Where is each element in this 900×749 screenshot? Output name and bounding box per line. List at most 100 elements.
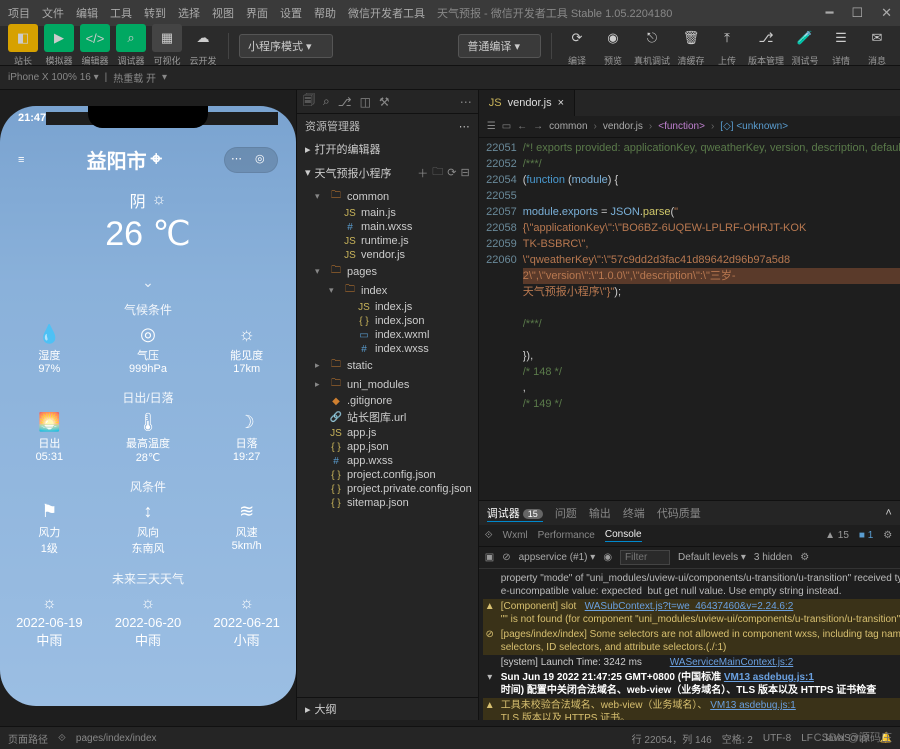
tree-item[interactable]: ▾🗀index bbox=[297, 281, 478, 300]
sidebar-toggle-icon[interactable]: ▣ bbox=[485, 552, 494, 563]
tree-item[interactable]: JSmain.js bbox=[297, 206, 478, 220]
editor-tab[interactable]: JS vendor.js × bbox=[479, 90, 575, 116]
target-icon[interactable]: ◎ bbox=[255, 152, 271, 168]
inspect-icon[interactable]: ⟐ bbox=[485, 530, 493, 541]
hamburger-icon[interactable]: ≡ bbox=[18, 154, 24, 166]
status-eol[interactable]: LF bbox=[801, 733, 813, 744]
device-select[interactable]: iPhone X 100% 16 ▾ bbox=[8, 72, 99, 83]
tree-item[interactable]: JSapp.js bbox=[297, 426, 478, 440]
clear-cache-button[interactable]: 🗑 bbox=[676, 24, 706, 52]
console-output[interactable]: property "mode" of "uni_modules/uview-ui… bbox=[479, 569, 900, 720]
clear-icon[interactable]: ⊘ bbox=[502, 552, 510, 563]
menu-ui[interactable]: 界面 bbox=[246, 5, 268, 21]
tree-item[interactable]: ▭index.wxml bbox=[297, 328, 478, 342]
tree-item[interactable]: { }project.config.json bbox=[297, 468, 478, 482]
city-title[interactable]: 益阳市 ⌖ bbox=[87, 145, 162, 174]
ext-icon[interactable]: ◫ bbox=[360, 95, 371, 109]
simulator-button[interactable]: ▶ bbox=[44, 24, 74, 52]
subtab-console[interactable]: Console bbox=[605, 529, 642, 542]
status-ln[interactable]: 行 22054，列 146 bbox=[632, 731, 712, 746]
tools-icon[interactable]: ⚒ bbox=[379, 95, 390, 109]
more-icon[interactable]: ⋯ bbox=[460, 95, 472, 109]
status-spaces[interactable]: 空格: 2 bbox=[722, 731, 753, 746]
site-button[interactable]: ◧ bbox=[8, 24, 38, 52]
new-file-icon[interactable]: ＋ bbox=[417, 165, 428, 181]
open-editors-header[interactable]: ▸ 打开的编辑器 bbox=[297, 138, 478, 160]
menu-goto[interactable]: 转到 bbox=[144, 5, 166, 21]
code-body[interactable]: /*! exports provided: applicationKey, qw… bbox=[523, 138, 900, 500]
menu-view[interactable]: 视图 bbox=[212, 5, 234, 21]
menu-settings[interactable]: 设置 bbox=[280, 5, 302, 21]
tree-item[interactable]: ▾🗀pages bbox=[297, 262, 478, 281]
tree-item[interactable]: ▾🗀common bbox=[297, 187, 478, 206]
tree-item[interactable]: ▸🗀static bbox=[297, 356, 478, 375]
warning-count[interactable]: ▲ 15 bbox=[825, 530, 849, 541]
git-icon[interactable]: ⎇ bbox=[338, 95, 352, 109]
tree-item[interactable]: JSruntime.js bbox=[297, 234, 478, 248]
more-icon[interactable]: ⋯ bbox=[459, 120, 470, 133]
tree-item[interactable]: JSindex.js bbox=[297, 300, 478, 314]
menu-edit[interactable]: 编辑 bbox=[76, 5, 98, 21]
close-icon[interactable]: ✕ bbox=[881, 5, 892, 21]
tab-terminal[interactable]: 终端 bbox=[623, 505, 645, 521]
bookmark-icon[interactable]: ☰ bbox=[487, 121, 496, 132]
test-account-button[interactable]: 🧪 bbox=[790, 24, 820, 52]
messages-button[interactable]: ✉ bbox=[862, 24, 892, 52]
tree-item[interactable]: { }sitemap.json bbox=[297, 496, 478, 510]
tree-item[interactable]: 🔗站长图库.url bbox=[297, 408, 478, 426]
editor-button[interactable]: </> bbox=[80, 24, 110, 52]
preview-button[interactable]: ◉ bbox=[598, 24, 628, 52]
details-button[interactable]: ☰ bbox=[826, 24, 856, 52]
tree-item[interactable]: #main.wxss bbox=[297, 220, 478, 234]
search-icon[interactable]: ⌕ bbox=[323, 94, 330, 109]
outline-header[interactable]: ▸ 大纲 bbox=[297, 697, 478, 720]
upload-button[interactable]: ⤒ bbox=[712, 24, 742, 52]
debugger-button[interactable]: ⌕ bbox=[116, 24, 146, 52]
info-count[interactable]: ■ 1 bbox=[859, 530, 873, 541]
files-icon[interactable]: 🗐 bbox=[303, 91, 315, 112]
capsule[interactable]: ⋯◎ bbox=[224, 147, 278, 173]
menu-devtools[interactable]: 微信开发者工具 bbox=[348, 5, 425, 21]
status-path[interactable]: pages/index/index bbox=[76, 733, 157, 744]
menu-tool[interactable]: 工具 bbox=[110, 5, 132, 21]
compile-button[interactable]: ⟳ bbox=[562, 24, 592, 52]
compile-select[interactable]: 普通编译 ▾ bbox=[458, 34, 541, 58]
close-tab-icon[interactable]: × bbox=[558, 97, 564, 109]
new-folder-icon[interactable]: 🗀 bbox=[432, 163, 443, 182]
tree-item[interactable]: #app.wxss bbox=[297, 454, 478, 468]
tree-item[interactable]: ◆.gitignore bbox=[297, 394, 478, 408]
nav-back-icon[interactable]: ← bbox=[517, 121, 527, 132]
tab-output[interactable]: 输出 bbox=[589, 505, 611, 521]
filter-input[interactable] bbox=[620, 550, 670, 565]
tree-item[interactable]: ▸🗀uni_modules bbox=[297, 375, 478, 394]
hotreload-toggle[interactable]: 热重载 开 bbox=[113, 70, 156, 85]
tree-item[interactable]: { }project.private.config.json bbox=[297, 482, 478, 496]
status-enc[interactable]: UTF-8 bbox=[763, 733, 791, 744]
tree-item[interactable]: { }index.json bbox=[297, 314, 478, 328]
context-select[interactable]: appservice (#1) ▾ bbox=[519, 552, 596, 563]
bookmark-icon[interactable]: ▭ bbox=[502, 121, 511, 132]
more-icon[interactable]: ⋯ bbox=[231, 152, 247, 168]
nav-fwd-icon[interactable]: → bbox=[533, 121, 543, 132]
tab-quality[interactable]: 代码质量 bbox=[657, 505, 701, 521]
levels-select[interactable]: Default levels ▾ bbox=[678, 552, 746, 563]
breadcrumb[interactable]: ☰ ▭ ← → common› vendor.js› <function>› [… bbox=[479, 116, 900, 138]
hidden-count[interactable]: 3 hidden bbox=[754, 552, 792, 563]
code-editor[interactable]: 2205122052220542205522057220582205922060… bbox=[479, 138, 900, 500]
remote-debug-button[interactable]: ⎋ bbox=[637, 24, 667, 52]
tab-debugger[interactable]: 调试器 15 bbox=[487, 505, 543, 522]
tree-item[interactable]: JSvendor.js bbox=[297, 248, 478, 262]
tree-item[interactable]: #index.wxss bbox=[297, 342, 478, 356]
version-button[interactable]: ⎇ bbox=[751, 24, 781, 52]
maximize-icon[interactable]: ☐ bbox=[851, 5, 863, 21]
file-tree[interactable]: ▾🗀commonJSmain.js#main.wxssJSruntime.jsJ… bbox=[297, 185, 478, 697]
tab-problems[interactable]: 问题 bbox=[555, 505, 577, 521]
minimize-icon[interactable]: ━ bbox=[826, 5, 834, 21]
refresh-icon[interactable]: ⟳ bbox=[447, 166, 456, 179]
visual-button[interactable]: ▦ bbox=[152, 24, 182, 52]
panel-up-icon[interactable]: ˄ bbox=[885, 507, 891, 519]
menu-select[interactable]: 选择 bbox=[178, 5, 200, 21]
menu-project[interactable]: 项目 bbox=[8, 5, 30, 21]
menu-help[interactable]: 帮助 bbox=[314, 5, 336, 21]
gear-icon[interactable]: ⚙ bbox=[883, 530, 892, 541]
